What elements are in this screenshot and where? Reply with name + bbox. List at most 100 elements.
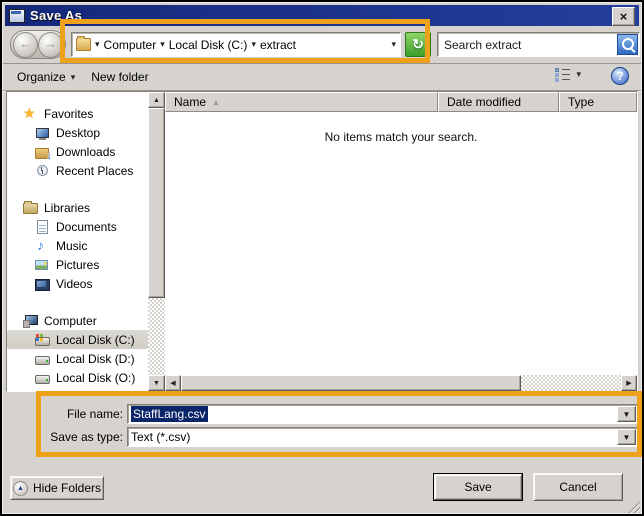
column-header-type[interactable]: Type (559, 92, 637, 112)
cancel-label: Cancel (559, 480, 596, 494)
dialog-icon (9, 9, 25, 23)
computer-icon (23, 314, 38, 328)
sidebar-item-videos[interactable]: Videos (7, 274, 148, 293)
sidebar-item-local-disk-d[interactable]: Local Disk (D:) (7, 349, 148, 368)
scroll-right-icon[interactable] (621, 375, 637, 391)
save-button[interactable]: Save (433, 473, 523, 501)
sidebar-item-downloads[interactable]: Downloads (7, 142, 148, 161)
organize-menu[interactable]: Organize (9, 67, 83, 87)
column-header-name[interactable]: Name (165, 92, 438, 112)
views-list-icon (555, 68, 570, 80)
navigation-bar: ← → Computer Local Disk (C:) extract ↻ S… (3, 27, 641, 64)
refresh-button[interactable]: ↻ (405, 32, 431, 57)
scroll-up-icon[interactable] (148, 92, 165, 108)
sidebar-group-computer[interactable]: Computer (7, 311, 148, 330)
scrollbar-track[interactable] (148, 108, 165, 375)
back-arrow-icon: ← (19, 36, 32, 51)
save-label: Save (464, 480, 491, 494)
sidebar-item-music[interactable]: Music (7, 236, 148, 255)
cancel-button[interactable]: Cancel (533, 473, 623, 501)
column-label: Name (174, 95, 206, 109)
sidebar-item-local-disk-o[interactable]: Local Disk (O:) (7, 368, 148, 387)
scroll-left-icon[interactable] (165, 375, 181, 391)
empty-results-message: No items match your search. (165, 130, 637, 144)
breadcrumb-extract[interactable]: extract (260, 38, 296, 52)
sidebar-item-label: Pictures (56, 258, 99, 272)
sidebar-scrollbar[interactable] (148, 92, 165, 391)
search-icon (622, 38, 634, 50)
sidebar-item-label: Videos (56, 277, 92, 291)
close-button[interactable]: × (612, 7, 635, 26)
views-button[interactable] (555, 68, 581, 80)
column-headers: Name Date modified Type (165, 92, 637, 112)
drive-icon (35, 352, 50, 366)
address-bar[interactable]: Computer Local Disk (C:) extract (71, 32, 401, 57)
column-label: Type (568, 95, 594, 109)
browser-pane: Favorites Desktop Downloads Recent Place… (6, 91, 638, 392)
save-as-type-value: Text (*.csv) (131, 430, 190, 444)
sidebar-item-recent-places[interactable]: Recent Places (7, 161, 148, 180)
horizontal-scrollbar[interactable] (165, 375, 637, 391)
sidebar-item-label: Local Disk (D:) (56, 352, 135, 366)
sidebar-group-label: Favorites (44, 107, 93, 121)
sidebar-item-label: Music (56, 239, 87, 253)
new-folder-button[interactable]: New folder (83, 67, 156, 87)
search-input[interactable]: Search extract (444, 38, 521, 52)
navigation-sidebar: Favorites Desktop Downloads Recent Place… (7, 92, 148, 391)
music-icon (35, 239, 50, 253)
save-as-type-label: Save as type: (30, 430, 123, 444)
sidebar-group-libraries[interactable]: Libraries (7, 198, 148, 217)
file-name-combo[interactable]: StaffLang.csv (127, 404, 638, 424)
scrollbar-track[interactable] (181, 375, 621, 391)
chevron-down-icon[interactable] (251, 40, 256, 49)
system-drive-icon (35, 333, 50, 347)
file-name-dropdown-icon[interactable] (617, 406, 636, 422)
organize-label: Organize (17, 70, 66, 84)
pictures-icon (35, 258, 50, 272)
file-name-label: File name: (30, 407, 123, 421)
sort-ascending-icon (212, 98, 220, 107)
forward-button[interactable]: → (38, 32, 63, 58)
forward-arrow-icon: → (44, 36, 57, 51)
chevron-down-icon[interactable] (95, 40, 100, 49)
search-box[interactable]: Search extract (437, 32, 640, 57)
drive-icon (35, 371, 50, 385)
scrollbar-thumb[interactable] (181, 375, 521, 391)
recent-places-icon (35, 164, 50, 178)
chevron-down-icon[interactable] (160, 40, 165, 49)
scroll-down-icon[interactable] (148, 375, 165, 391)
sidebar-item-label: Local Disk (O:) (56, 371, 135, 385)
sidebar-group-label: Computer (44, 314, 97, 328)
videos-icon (35, 277, 50, 291)
sidebar-item-documents[interactable]: Documents (7, 217, 148, 236)
save-as-type-combo[interactable]: Text (*.csv) (127, 427, 638, 447)
file-name-input[interactable]: StaffLang.csv (131, 406, 208, 422)
sidebar-item-label: Recent Places (56, 164, 133, 178)
breadcrumb-local-disk-c[interactable]: Local Disk (C:) (169, 38, 248, 52)
downloads-icon (35, 145, 50, 159)
save-as-dialog: Save As × ← → Computer Local Disk (C:) e… (0, 0, 644, 516)
favorites-star-icon (23, 107, 38, 121)
documents-icon (35, 220, 50, 234)
refresh-icon: ↻ (412, 36, 424, 53)
file-list: Name Date modified Type No items match y… (165, 92, 637, 391)
help-button[interactable]: ? (611, 67, 629, 85)
back-button[interactable]: ← (13, 32, 38, 58)
column-header-date-modified[interactable]: Date modified (438, 92, 559, 112)
chevron-down-icon (576, 70, 581, 79)
search-button[interactable] (617, 34, 638, 55)
sidebar-item-pictures[interactable]: Pictures (7, 255, 148, 274)
sidebar-item-local-disk-c[interactable]: Local Disk (C:) (7, 330, 148, 349)
sidebar-item-label: Desktop (56, 126, 100, 140)
scrollbar-thumb[interactable] (148, 108, 165, 298)
command-toolbar: Organize New folder ? (3, 64, 641, 91)
sidebar-item-desktop[interactable]: Desktop (7, 123, 148, 142)
save-as-type-dropdown-icon[interactable] (617, 429, 636, 445)
collapse-up-icon (13, 481, 28, 496)
breadcrumb-computer[interactable]: Computer (104, 38, 157, 52)
hide-folders-button[interactable]: Hide Folders (10, 476, 104, 500)
sidebar-group-favorites[interactable]: Favorites (7, 104, 148, 123)
dialog-title: Save As (30, 8, 82, 23)
new-folder-label: New folder (91, 70, 148, 84)
address-dropdown-icon[interactable] (391, 40, 396, 49)
